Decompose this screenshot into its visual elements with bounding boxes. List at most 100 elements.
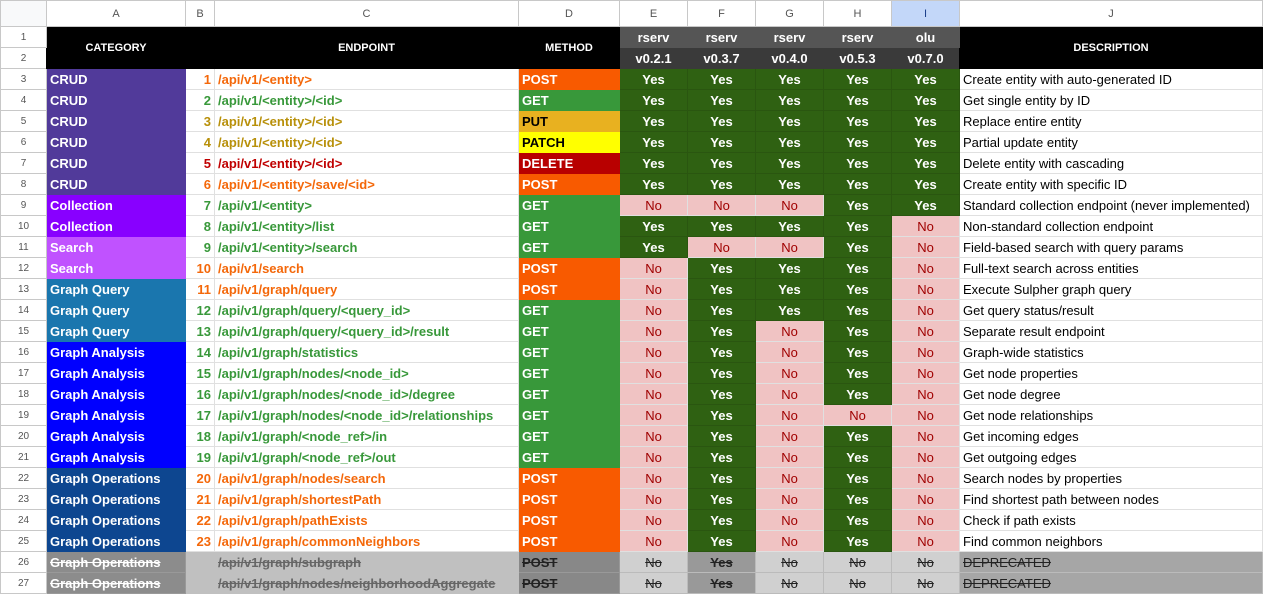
support-cell[interactable]: Yes [687,488,756,510]
support-cell[interactable]: No [891,236,960,258]
support-cell[interactable]: Yes [687,425,756,447]
method-cell[interactable]: PUT [518,110,620,132]
endpoint-number-cell[interactable]: 14 [185,341,215,363]
category-cell[interactable]: Graph Operations [46,530,186,552]
support-cell[interactable]: No [823,404,892,426]
support-cell[interactable]: Yes [687,257,756,279]
support-cell[interactable]: Yes [687,446,756,468]
endpoint-cell[interactable]: /api/v1/<entity>/<id> [214,152,519,174]
support-cell[interactable]: Yes [823,215,892,237]
endpoint-cell[interactable]: /api/v1/<entity> [214,194,519,216]
description-cell[interactable]: Get node properties [959,362,1263,384]
endpoint-number-cell[interactable]: 8 [185,215,215,237]
support-cell[interactable]: Yes [755,173,824,195]
column-header-c[interactable]: C [214,0,519,27]
support-cell[interactable]: No [755,404,824,426]
row-number[interactable]: 15 [0,320,47,342]
method-cell[interactable]: POST [518,488,620,510]
endpoint-cell[interactable]: /api/v1/<entity>/search [214,236,519,258]
support-cell[interactable]: No [619,425,688,447]
description-cell[interactable]: DEPRECATED [959,551,1263,573]
endpoint-cell[interactable]: /api/v1/graph/nodes/<node_id>/degree [214,383,519,405]
category-cell[interactable]: CRUD [46,110,186,132]
endpoint-number-cell[interactable]: 16 [185,383,215,405]
support-cell[interactable]: Yes [823,131,892,153]
support-cell[interactable]: Yes [619,89,688,111]
endpoint-cell[interactable]: /api/v1/graph/commonNeighbors [214,530,519,552]
support-cell[interactable]: Yes [823,446,892,468]
description-cell[interactable]: Search nodes by properties [959,467,1263,489]
support-cell[interactable]: Yes [823,488,892,510]
category-cell[interactable]: Graph Analysis [46,446,186,468]
method-cell[interactable]: GET [518,299,620,321]
description-cell[interactable]: Get query status/result [959,299,1263,321]
row-number[interactable]: 2 [0,47,47,69]
endpoint-number-cell[interactable] [185,551,215,573]
support-cell[interactable]: Yes [687,299,756,321]
support-cell[interactable]: Yes [823,320,892,342]
endpoint-cell[interactable]: /api/v1/graph/query/<query_id> [214,299,519,321]
endpoint-cell[interactable]: /api/v1/graph/nodes/<node_id> [214,362,519,384]
support-cell[interactable]: No [755,341,824,363]
method-cell[interactable]: GET [518,236,620,258]
endpoint-number-cell[interactable]: 23 [185,530,215,552]
endpoint-cell[interactable]: /api/v1/<entity>/<id> [214,89,519,111]
column-header-a[interactable]: A [46,0,186,27]
description-cell[interactable]: Graph-wide statistics [959,341,1263,363]
support-cell[interactable]: Yes [755,299,824,321]
description-cell[interactable]: DEPRECATED [959,572,1263,594]
support-cell[interactable]: Yes [755,131,824,153]
support-cell[interactable]: No [619,383,688,405]
endpoint-number-cell[interactable]: 9 [185,236,215,258]
endpoint-cell[interactable]: /api/v1/graph/query [214,278,519,300]
support-cell[interactable]: No [619,341,688,363]
support-cell[interactable]: No [823,551,892,573]
description-cell[interactable]: Separate result endpoint [959,320,1263,342]
endpoint-cell[interactable]: /api/v1/<entity> [214,68,519,90]
endpoint-number-cell[interactable]: 12 [185,299,215,321]
row-number[interactable]: 19 [0,404,47,426]
support-cell[interactable]: Yes [687,362,756,384]
category-cell[interactable]: CRUD [46,68,186,90]
support-cell[interactable]: Yes [687,383,756,405]
support-cell[interactable]: Yes [687,509,756,531]
method-cell[interactable]: POST [518,68,620,90]
category-cell[interactable]: CRUD [46,131,186,153]
row-number[interactable]: 17 [0,362,47,384]
row-number[interactable]: 21 [0,446,47,468]
row-number[interactable]: 14 [0,299,47,321]
category-cell[interactable]: Graph Query [46,320,186,342]
category-cell[interactable]: Graph Operations [46,551,186,573]
category-cell[interactable]: Graph Analysis [46,383,186,405]
support-cell[interactable]: No [755,509,824,531]
support-cell[interactable]: Yes [619,215,688,237]
method-cell[interactable]: PATCH [518,131,620,153]
row-number[interactable]: 23 [0,488,47,510]
description-cell[interactable]: Find common neighbors [959,530,1263,552]
support-cell[interactable]: No [891,551,960,573]
row-number[interactable]: 18 [0,383,47,405]
description-cell[interactable]: Find shortest path between nodes [959,488,1263,510]
support-cell[interactable]: Yes [755,152,824,174]
support-cell[interactable]: Yes [891,68,960,90]
description-cell[interactable]: Create entity with specific ID [959,173,1263,195]
endpoint-cell[interactable]: /api/v1/graph/subgraph [214,551,519,573]
support-cell[interactable]: Yes [755,110,824,132]
method-cell[interactable]: GET [518,446,620,468]
row-number[interactable]: 22 [0,467,47,489]
support-cell[interactable]: Yes [823,110,892,132]
support-cell[interactable]: Yes [891,110,960,132]
support-cell[interactable]: No [891,572,960,594]
method-cell[interactable]: POST [518,530,620,552]
endpoint-number-cell[interactable]: 15 [185,362,215,384]
support-cell[interactable]: Yes [891,89,960,111]
support-cell[interactable]: No [619,278,688,300]
support-cell[interactable]: No [891,383,960,405]
support-cell[interactable]: Yes [823,89,892,111]
support-cell[interactable]: No [755,383,824,405]
support-cell[interactable]: Yes [687,110,756,132]
endpoint-number-cell[interactable]: 18 [185,425,215,447]
endpoint-number-cell[interactable]: 3 [185,110,215,132]
support-cell[interactable]: Yes [755,257,824,279]
method-cell[interactable]: POST [518,257,620,279]
